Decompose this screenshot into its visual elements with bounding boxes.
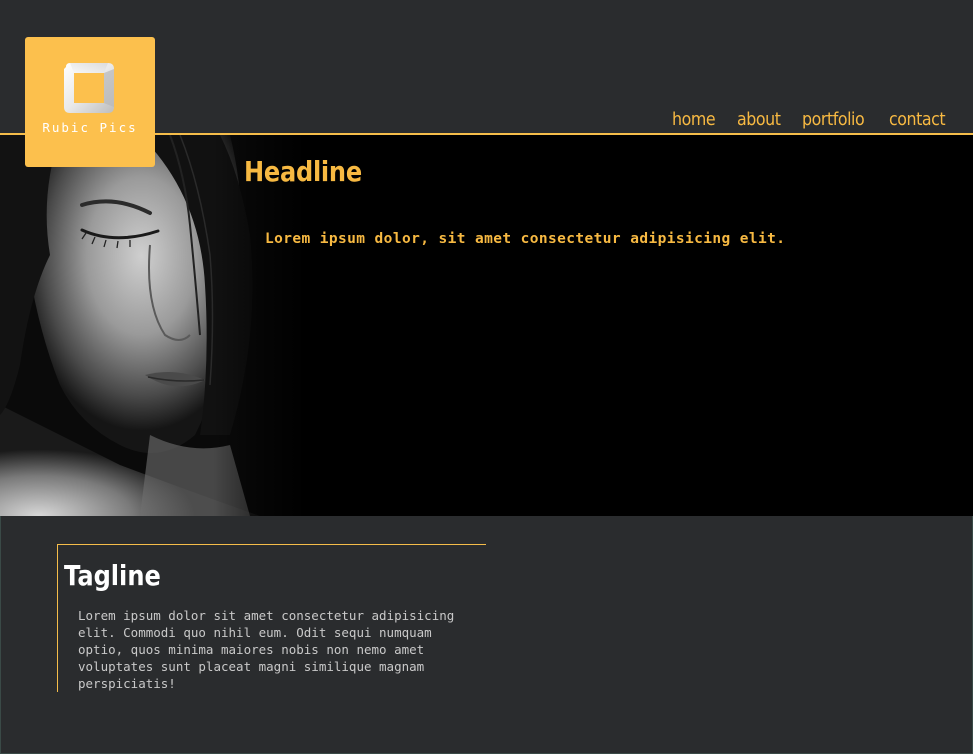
nav-home-link[interactable]: home: [672, 108, 716, 132]
nav-about-link[interactable]: about: [737, 108, 781, 132]
hero-text: Lorem ipsum dolor, sit amet consectetur …: [265, 231, 786, 247]
tagline-box: Tagline Lorem ipsum dolor sit amet conse…: [57, 544, 486, 692]
site-logo[interactable]: Rubic Pics: [25, 37, 155, 167]
hero-banner: Headline Lorem ipsum dolor, sit amet con…: [0, 135, 973, 516]
square-frame-icon: [64, 63, 114, 113]
woman-portrait-photo: [0, 135, 305, 516]
nav-portfolio-link[interactable]: portfolio: [802, 108, 865, 132]
main-nav: home about portfolio contact: [672, 108, 947, 132]
tagline-title: Tagline: [64, 559, 161, 592]
hero-headline: Headline: [244, 155, 362, 188]
logo-text: Rubic Pics: [42, 120, 138, 135]
tagline-text: Lorem ipsum dolor sit amet consectetur a…: [78, 608, 455, 691]
nav-contact-link[interactable]: contact: [889, 108, 946, 132]
